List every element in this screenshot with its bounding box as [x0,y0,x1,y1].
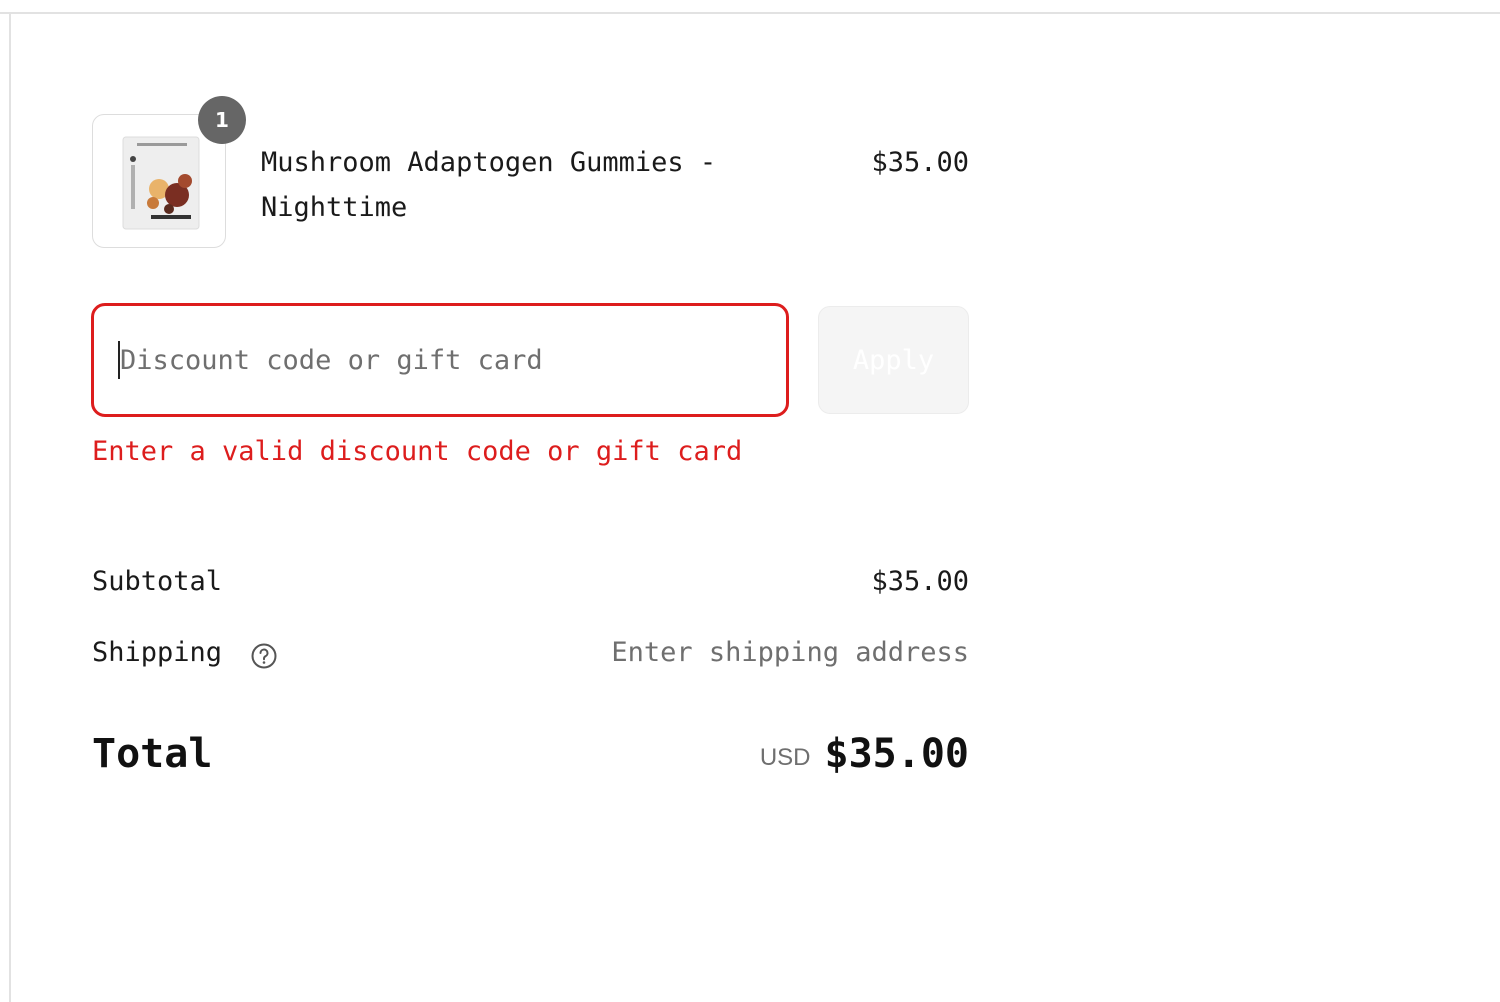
quantity-badge: 1 [198,96,246,144]
product-title: Mushroom Adaptogen Gummies - Nighttime [261,147,717,223]
subtotal-value: $35.00 [871,566,969,597]
total-value: $35.00 [824,731,970,777]
text-cursor [118,341,120,379]
shipping-label: Shipping [92,637,223,668]
question-circle-icon[interactable] [250,642,278,670]
discount-error-message: Enter a valid discount code or gift card [92,436,743,467]
product-price: $35.00 [871,147,969,178]
shipping-value: Enter shipping address [611,637,969,668]
total-label: Total [92,731,213,777]
left-divider [9,12,11,1002]
discount-code-input[interactable] [91,303,789,417]
top-divider [0,12,1500,14]
total-amount: USD $35.00 [760,731,969,777]
subtotal-label: Subtotal [92,566,223,597]
apply-discount-button[interactable]: Apply [818,306,969,414]
currency-code: USD [759,744,811,771]
